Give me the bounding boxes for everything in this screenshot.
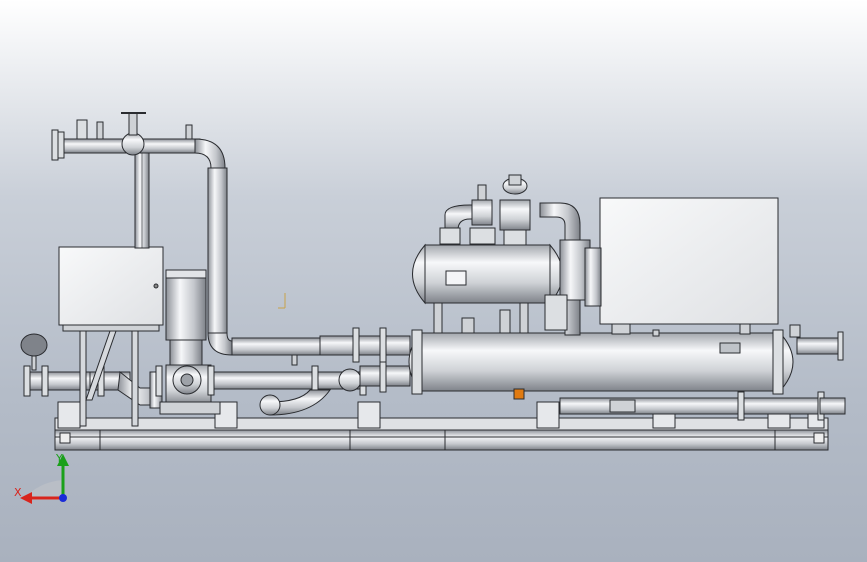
vertical-down-pipe: [207, 167, 333, 356]
solenoid-valve-icon: [499, 174, 531, 246]
pump-motor: [165, 269, 207, 371]
cad-model-viewport[interactable]: [0, 0, 867, 562]
indicator-marker: [513, 388, 525, 400]
compressor-motor-housing: [584, 197, 779, 335]
coordinate-triad: X Y: [14, 452, 69, 504]
elbow-pipe-top: [439, 184, 496, 245]
bottom-return-pipe: [559, 391, 846, 421]
z-axis-dot: [59, 494, 67, 502]
evaporator-shell: [408, 329, 844, 395]
control-cabinet-left: [58, 246, 164, 332]
pressure-gauge-icon: [20, 333, 48, 371]
y-axis-label: Y: [55, 452, 63, 465]
x-axis-label: X: [14, 486, 22, 499]
origin-marker: [278, 293, 286, 309]
oil-separator-tank: [412, 243, 563, 334]
base-skid-frame: [54, 417, 829, 451]
x-axis-arrowhead: [20, 492, 32, 504]
